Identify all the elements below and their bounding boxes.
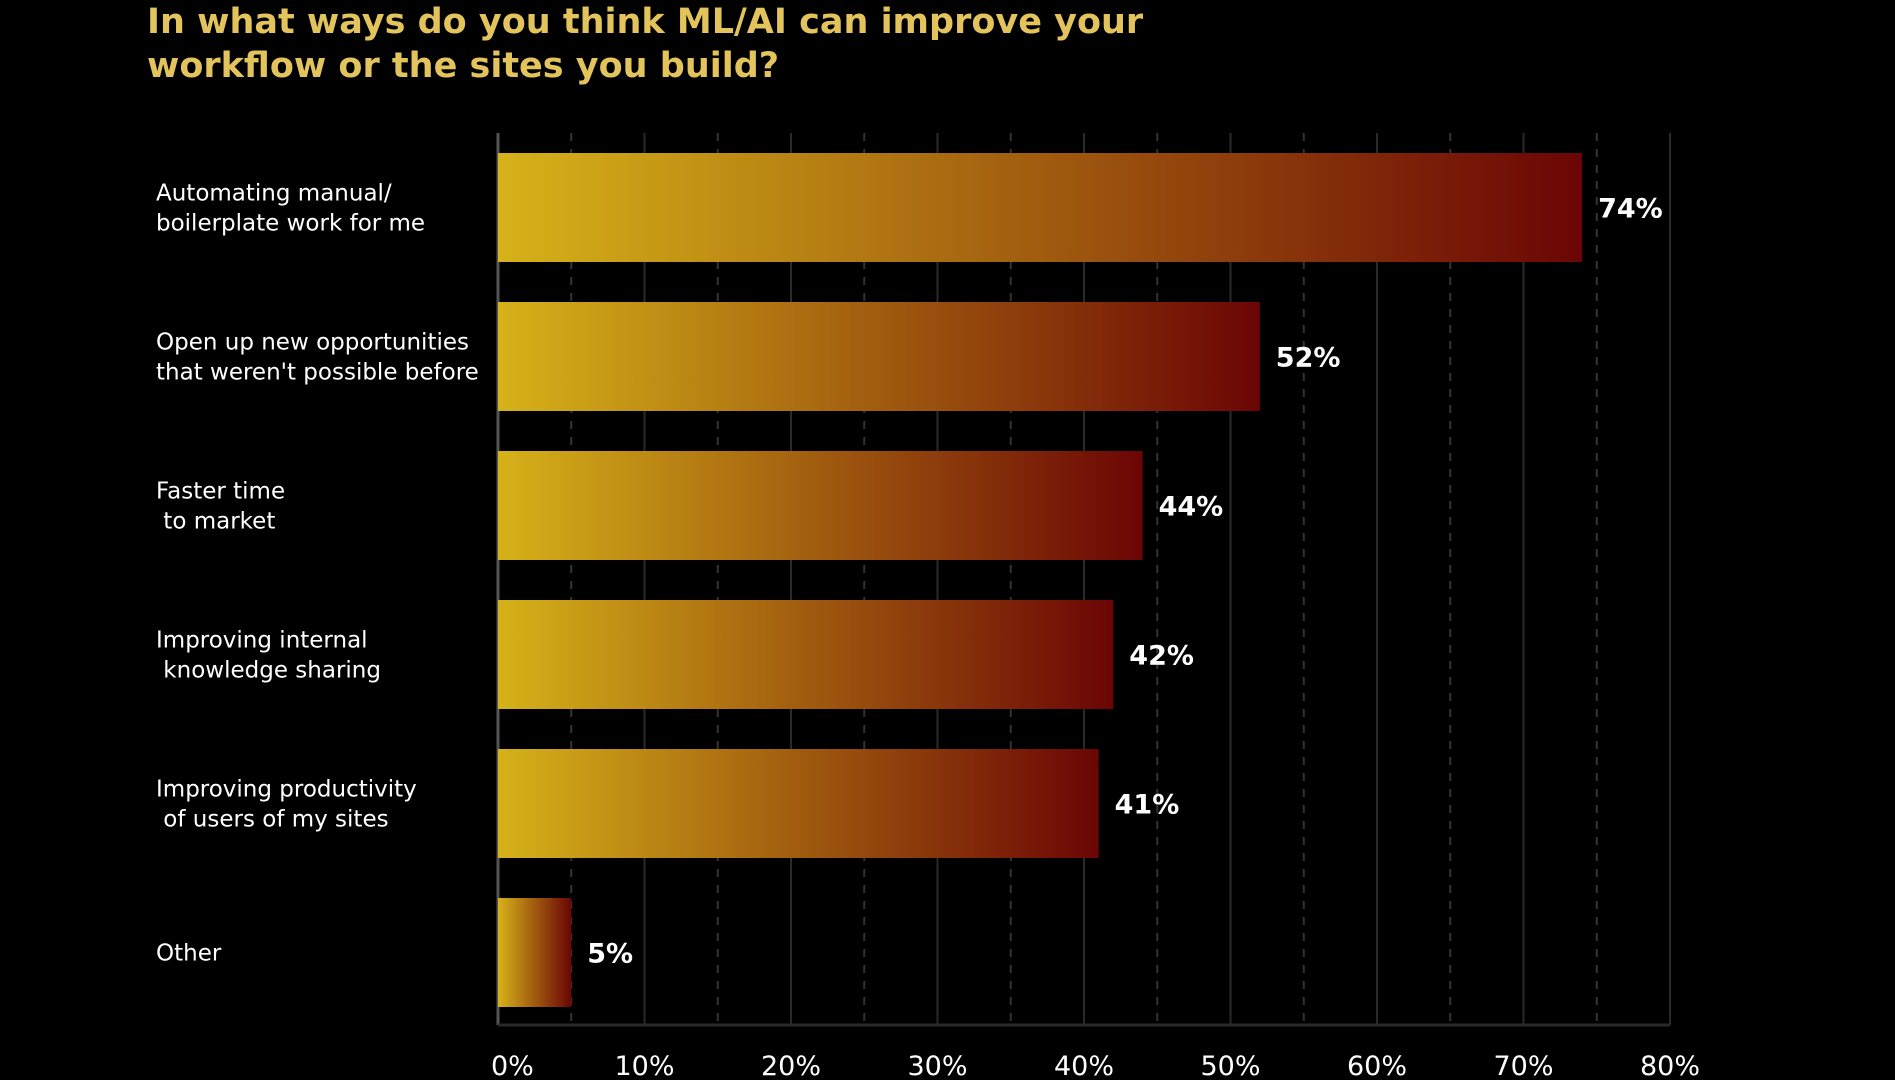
category-label: Other: [156, 941, 222, 967]
bar: [498, 749, 1099, 858]
x-tick-label: 30%: [907, 1051, 967, 1080]
category-label: Open up new opportunities that weren't po…: [156, 330, 479, 386]
value-label: 41%: [1115, 790, 1180, 821]
x-tick-label: 10%: [614, 1051, 674, 1080]
value-label: 44%: [1159, 492, 1224, 523]
bar: [498, 600, 1114, 709]
x-tick-label: 80%: [1640, 1051, 1700, 1080]
bar-chart: 74% Automating manual/boilerplate work fo…: [156, 133, 1700, 1080]
x-tick-label: 70%: [1493, 1051, 1553, 1080]
value-label: 74%: [1598, 194, 1663, 225]
value-label: 52%: [1276, 343, 1341, 374]
value-label: 5%: [587, 939, 633, 970]
x-tick-label: 50%: [1200, 1051, 1260, 1080]
category-label: Automating manual/boilerplate work for m…: [156, 181, 425, 237]
category-label: Improving internal knowledge sharing: [156, 628, 381, 684]
x-tick-label: 0%: [491, 1051, 534, 1080]
bar: [498, 898, 572, 1007]
bar: [498, 302, 1260, 411]
x-tick-label: 20%: [761, 1051, 821, 1080]
category-label: Improving productivity of users of my si…: [156, 777, 417, 833]
x-tick-label: 40%: [1054, 1051, 1114, 1080]
value-label: 42%: [1129, 641, 1194, 672]
bar: [498, 451, 1143, 560]
bar: [498, 153, 1583, 262]
category-label: Faster time to market: [156, 479, 285, 535]
x-tick-label: 60%: [1347, 1051, 1407, 1080]
